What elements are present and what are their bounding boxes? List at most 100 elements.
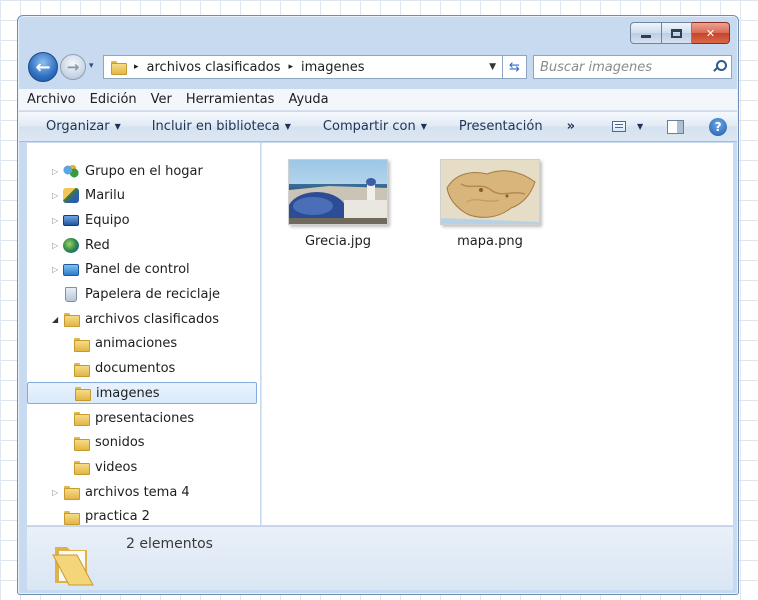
navigation-bar: ← → ▾ ▸ archivos clasificados ▸ imagenes… <box>26 52 732 82</box>
folder-icon <box>72 361 90 377</box>
chevron-down-icon: ▼ <box>420 122 427 131</box>
forward-arrow-icon: → <box>66 58 80 76</box>
tree-item-label: presentaciones <box>95 410 195 426</box>
minimize-button[interactable] <box>630 22 662 44</box>
computer-icon <box>62 212 80 228</box>
address-dropdown-icon[interactable]: ▼ <box>489 62 496 72</box>
menu-archivo[interactable]: Archivo <box>27 92 76 107</box>
share-with-button[interactable]: Compartir con ▼ <box>323 119 427 134</box>
maximize-button[interactable] <box>662 22 692 44</box>
tree-item-imagenes[interactable]: imagenes <box>27 382 257 405</box>
expand-arrow-icon[interactable]: ▷ <box>52 167 62 176</box>
chevron-down-icon: ▼ <box>636 122 644 131</box>
preview-pane-icon <box>667 119 685 134</box>
search-box[interactable] <box>533 55 732 79</box>
minimize-icon <box>641 34 651 38</box>
more-chevron-icon: » <box>566 119 575 134</box>
share-label: Compartir con <box>322 119 416 134</box>
folder-icon <box>62 311 80 328</box>
user-icon <box>62 188 80 204</box>
include-in-library-button[interactable]: Incluir en biblioteca ▼ <box>152 119 291 134</box>
collapse-arrow-icon[interactable]: ◢ <box>52 315 62 324</box>
tree-item-archivos-tema-4[interactable]: ▷ archivos tema 4 <box>27 481 190 503</box>
folder-icon <box>72 336 90 352</box>
folder-icon <box>62 509 80 525</box>
tree-item-label: Panel de control <box>85 262 190 278</box>
caption-buttons: ✕ <box>630 22 730 44</box>
maximize-icon <box>671 28 682 38</box>
more-commands-button[interactable]: » <box>567 119 575 134</box>
view-options-dropdown[interactable]: ▼ <box>637 122 643 131</box>
map-thumbnail <box>440 159 540 225</box>
menu-herramientas[interactable]: Herramientas <box>186 92 275 107</box>
folder-icon <box>72 410 90 426</box>
tree-item-label: videos <box>95 459 138 475</box>
breadcrumb-imagenes[interactable]: imagenes <box>301 60 365 75</box>
folder-icon <box>72 459 90 476</box>
organize-button[interactable]: Organizar ▼ <box>46 119 121 134</box>
menu-ver[interactable]: Ver <box>151 92 172 107</box>
expand-arrow-icon[interactable]: ▷ <box>52 191 62 200</box>
tree-item-label: Marilu <box>85 188 125 204</box>
folder-icon <box>62 484 80 501</box>
forward-button[interactable]: → <box>60 54 86 80</box>
tree-item-documentos[interactable]: documentos <box>27 358 175 380</box>
expand-arrow-icon[interactable]: ▷ <box>52 265 62 274</box>
address-bar[interactable]: ▸ archivos clasificados ▸ imagenes ▼ <box>103 55 503 79</box>
tree-item-red[interactable]: ▷ Red <box>27 234 110 256</box>
tree-item-videos[interactable]: videos <box>27 456 137 478</box>
search-icon[interactable] <box>712 60 727 74</box>
recycle-bin-icon <box>62 287 80 303</box>
help-button[interactable]: ? <box>709 117 728 136</box>
expand-arrow-icon[interactable]: ▷ <box>52 216 62 225</box>
tree-item-practica-2[interactable]: practica 2 <box>27 506 150 528</box>
help-icon: ? <box>709 117 728 136</box>
search-input[interactable] <box>540 59 708 75</box>
presentation-label: Presentación <box>458 119 543 134</box>
tree-item-label: imagenes <box>96 385 160 401</box>
homegroup-icon <box>62 163 80 179</box>
tree-item-marilu[interactable]: ▷ Marilu <box>27 185 125 207</box>
back-button[interactable]: ← <box>28 52 58 82</box>
tree-item-equipo[interactable]: ▷ Equipo <box>27 209 130 231</box>
back-arrow-icon: ← <box>35 56 51 78</box>
close-button[interactable]: ✕ <box>692 22 730 44</box>
tree-item-panel-de-control[interactable]: ▷ Panel de control <box>27 259 190 281</box>
breadcrumb-separator-icon[interactable]: ▸ <box>289 62 294 72</box>
tree-item-presentaciones[interactable]: presentaciones <box>27 407 194 429</box>
menu-ayuda[interactable]: Ayuda <box>288 92 328 107</box>
preview-pane-button[interactable] <box>667 119 685 134</box>
presentation-button[interactable]: Presentación <box>459 119 543 134</box>
navigation-pane: ▷ Grupo en el hogar ▷ Marilu ▷ Equipo ▷ Red ▷ Pan… <box>27 143 278 528</box>
menu-edicion[interactable]: Edición <box>90 92 137 107</box>
explorer-window: ✕ ← → ▾ ▸ archivos clasificados ▸ imagen… <box>17 15 739 595</box>
folder-icon <box>73 385 91 402</box>
file-name: Grecia.jpg <box>304 234 372 249</box>
tree-item-grupo-en-el-hogar[interactable]: ▷ Grupo en el hogar <box>27 160 203 182</box>
tree-item-sonidos[interactable]: sonidos <box>27 432 145 454</box>
change-view-button[interactable] <box>611 121 626 132</box>
command-bar: Organizar ▼ Incluir en biblioteca ▼ Comp… <box>19 112 737 142</box>
view-icon <box>611 121 626 132</box>
breadcrumb-archivos-clasificados[interactable]: archivos clasificados <box>147 60 281 75</box>
organize-label: Organizar <box>46 119 110 134</box>
folder-icon <box>110 60 127 75</box>
refresh-button[interactable]: ⇆ <box>503 55 527 79</box>
tree-item-label: sonidos <box>95 435 145 451</box>
item-count: 2 elementos <box>126 536 213 552</box>
recent-pages-dropdown[interactable]: ▾ <box>89 61 94 71</box>
control-panel-icon <box>62 262 80 278</box>
breadcrumb-separator-icon[interactable]: ▸ <box>134 62 139 72</box>
tree-item-animaciones[interactable]: animaciones <box>27 333 177 355</box>
tree-item-label: Equipo <box>85 212 130 228</box>
file-name: mapa.png <box>457 234 523 249</box>
close-icon: ✕ <box>705 26 716 40</box>
network-icon <box>62 237 80 253</box>
file-item-mapa[interactable]: mapa.png <box>435 159 545 269</box>
file-item-grecia[interactable]: Grecia.jpg <box>283 159 393 269</box>
tree-item-archivos-clasificados[interactable]: ◢ archivos clasificados <box>27 308 219 330</box>
chevron-down-icon: ▼ <box>114 122 121 131</box>
expand-arrow-icon[interactable]: ▷ <box>52 488 62 497</box>
expand-arrow-icon[interactable]: ▷ <box>52 241 62 250</box>
tree-item-papelera-de-reciclaje[interactable]: Papelera de reciclaje <box>27 284 220 306</box>
